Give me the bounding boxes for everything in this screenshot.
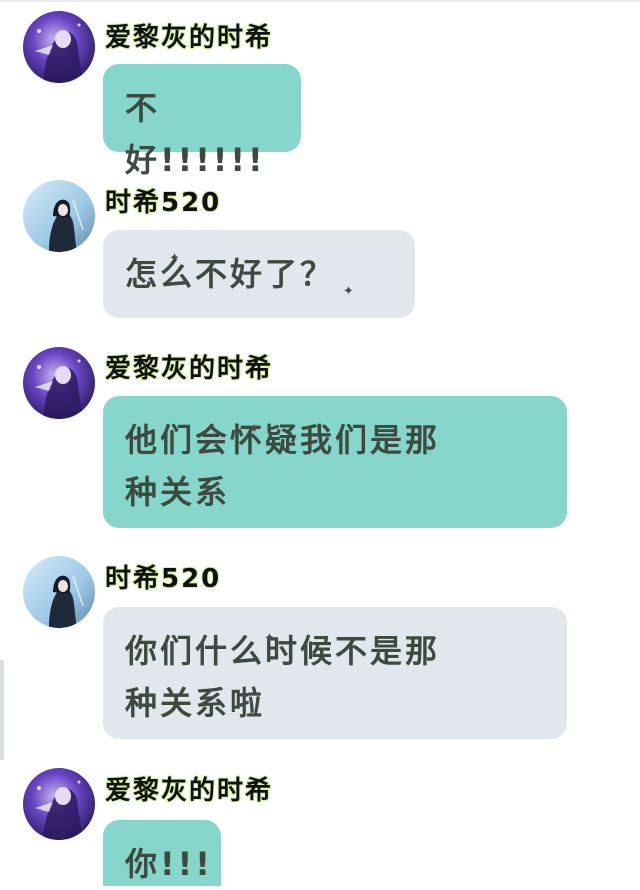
- message-text-line: 种关系: [125, 473, 231, 511]
- message-bubble[interactable]: 不好!!!!!!: [103, 64, 301, 179]
- sender-name: 爱黎灰的时希: [105, 354, 274, 384]
- sparkle-icon: ✦: [169, 251, 180, 266]
- message-text-line: 你们什么时候不是那: [125, 632, 441, 670]
- sender-name: 爱黎灰的时希: [105, 23, 274, 53]
- avatar[interactable]: [23, 556, 95, 628]
- message-text: 你!!!: [125, 845, 213, 883]
- sparkle-icon: ✦: [264, 631, 275, 646]
- sender-name: 时希520: [105, 188, 222, 218]
- message-bubble[interactable]: 你们什么时候不是那 种关系啦: [103, 607, 567, 739]
- message-text-line: 种关系啦: [125, 684, 266, 722]
- avatar[interactable]: [23, 11, 95, 83]
- blue-avatar-icon: [23, 556, 95, 628]
- message-bubble[interactable]: 怎么不好了？: [103, 230, 415, 318]
- scroll-edge[interactable]: [0, 660, 4, 760]
- message-text: 不好!!!!!!: [125, 89, 266, 179]
- avatar[interactable]: [23, 768, 95, 840]
- message-text: 怎么不好了？: [125, 255, 336, 293]
- sparkle-icon: ✦: [343, 284, 354, 299]
- sparkle-icon: ✦: [249, 422, 260, 437]
- avatar[interactable]: [23, 180, 95, 252]
- message-bubble[interactable]: 你!!!: [103, 820, 221, 886]
- sender-name: 爱黎灰的时希: [105, 776, 274, 806]
- sender-name: 时希520: [105, 564, 222, 594]
- top-divider: [0, 0, 640, 2]
- purple-avatar-icon: [23, 11, 95, 83]
- purple-avatar-icon: [23, 768, 95, 840]
- blue-avatar-icon: [23, 180, 95, 252]
- message-bubble[interactable]: 他们会怀疑我们是那 种关系: [103, 396, 567, 528]
- purple-avatar-icon: [23, 347, 95, 419]
- avatar[interactable]: [23, 347, 95, 419]
- message-text-line: 他们会怀疑我们是那: [125, 421, 441, 459]
